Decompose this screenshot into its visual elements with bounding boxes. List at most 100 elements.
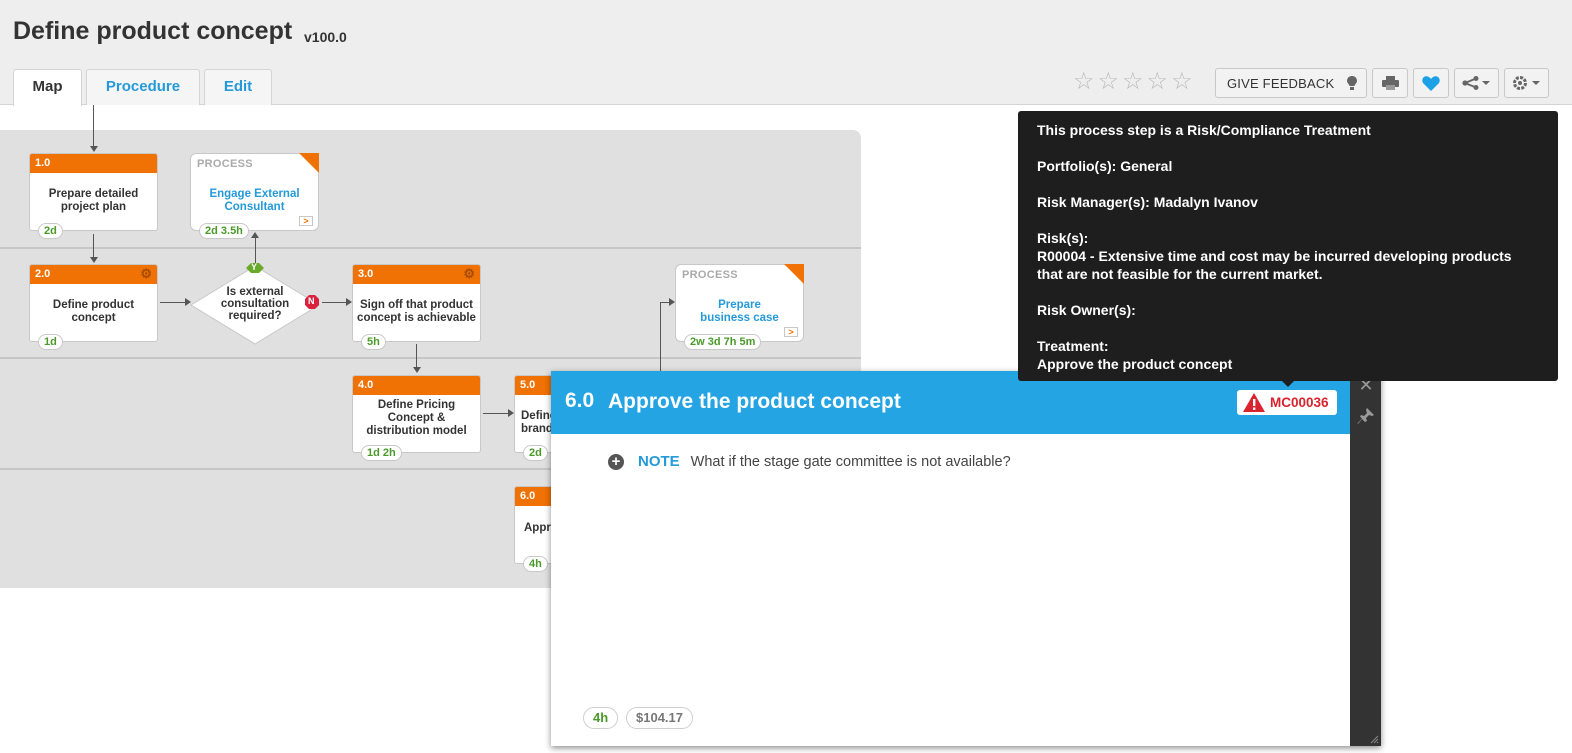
lane-divider xyxy=(0,357,861,359)
process-name: Prepare business case xyxy=(700,299,779,324)
process-type-label: PROCESS xyxy=(197,158,253,170)
arrow-head xyxy=(90,146,98,152)
process-engage-external-consultant[interactable]: PROCESS Engage External Consultant > 2d … xyxy=(190,153,319,239)
page-header: Define product concept v100.0 Map Proced… xyxy=(0,0,1572,106)
step-label: Sign off that product concept is achieva… xyxy=(357,299,476,324)
yes-label: Y xyxy=(251,262,258,272)
duration-pill: 4h xyxy=(583,707,619,729)
tooltip-heading: This process step is a Risk/Compliance T… xyxy=(1037,122,1371,138)
lightbulb-icon xyxy=(1347,76,1357,90)
connector xyxy=(483,413,508,414)
duration-badge: 2d 3.5h xyxy=(199,223,249,239)
arrow-head xyxy=(251,232,259,238)
rating-stars[interactable]: ☆ ☆ ☆ ☆ ☆ xyxy=(1073,70,1193,94)
step-2-0[interactable]: 2.0 ⚙ Define product concept 1d xyxy=(29,264,158,350)
heart-icon xyxy=(1422,75,1440,91)
step-4-0[interactable]: 4.0 Define Pricing Concept & distributio… xyxy=(352,375,481,461)
connector xyxy=(93,105,94,147)
process-corner xyxy=(299,153,319,173)
duration-badge: 1d xyxy=(38,334,63,350)
pin-icon[interactable] xyxy=(1356,407,1376,427)
tab-map[interactable]: Map xyxy=(13,69,82,106)
cost-pill: $104.17 xyxy=(626,707,693,729)
step-number: 3.0 xyxy=(358,268,374,280)
give-feedback-button[interactable]: GIVE FEEDBACK xyxy=(1215,68,1367,98)
tooltip-risks-label: Risk(s): xyxy=(1037,230,1089,246)
no-label: N xyxy=(308,296,315,306)
step-label: Define Pricing Concept & distribution mo… xyxy=(366,399,467,437)
no-marker: N xyxy=(305,295,319,309)
open-process-icon[interactable]: > xyxy=(299,216,313,226)
star-1[interactable]: ☆ xyxy=(1073,70,1095,94)
version-label: v100.0 xyxy=(304,29,347,45)
duration-badge: 1d 2h xyxy=(361,445,402,461)
warning-icon xyxy=(1243,393,1265,412)
expand-note-icon[interactable]: + xyxy=(608,453,624,470)
step-1-0[interactable]: 1.0 Prepare detailed project plan 2d xyxy=(29,153,158,239)
star-5[interactable]: ☆ xyxy=(1171,70,1193,94)
tab-edit[interactable]: Edit xyxy=(204,69,272,105)
duration-badge: 4h xyxy=(523,556,548,572)
star-4[interactable]: ☆ xyxy=(1147,70,1169,94)
process-name: Engage External Consultant xyxy=(209,188,300,213)
decision-label: Is external consultation required? xyxy=(220,286,290,322)
gear-icon: ⚙ xyxy=(463,266,475,281)
process-corner xyxy=(784,264,804,284)
connector xyxy=(660,302,669,303)
connector xyxy=(660,302,661,372)
process-prepare-business-case[interactable]: PROCESS Prepare business case > 2w 3d 7h… xyxy=(675,264,804,350)
lane-divider xyxy=(0,247,861,249)
tooltip-risk-owner: Risk Owner(s): xyxy=(1037,302,1136,318)
settings-button[interactable] xyxy=(1504,68,1549,98)
duration-badge: 2d xyxy=(523,445,548,461)
process-type-label: PROCESS xyxy=(682,269,738,281)
note-row: + NOTE What if the stage gate committee … xyxy=(608,453,1011,470)
note-label: NOTE xyxy=(638,453,680,470)
tooltip-portfolio: Portfolio(s): General xyxy=(1037,158,1173,174)
step-number: 4.0 xyxy=(353,376,480,395)
risk-code: MC00036 xyxy=(1270,395,1329,410)
share-button[interactable] xyxy=(1454,68,1499,98)
star-3[interactable]: ☆ xyxy=(1122,70,1144,94)
duration-badge: 5h xyxy=(361,334,386,350)
step-3-0[interactable]: 3.0 ⚙ Sign off that product concept is ac… xyxy=(352,264,481,350)
give-feedback-label: GIVE FEEDBACK xyxy=(1227,75,1335,91)
print-button[interactable] xyxy=(1372,68,1408,98)
connector xyxy=(322,302,346,303)
tooltip-caret xyxy=(1281,380,1295,387)
note-text: What if the stage gate committee is not … xyxy=(690,453,1011,470)
panel-step-title: Approve the product concept xyxy=(608,390,901,413)
print-icon xyxy=(1381,76,1399,90)
gear-icon xyxy=(1512,76,1540,90)
tab-procedure[interactable]: Procedure xyxy=(86,69,200,105)
duration-badge: 2w 3d 7h 5m xyxy=(684,334,762,350)
duration-badge: 2d xyxy=(38,223,63,239)
panel-step-number: 6.0 xyxy=(565,389,595,412)
risk-tooltip: This process step is a Risk/Compliance T… xyxy=(1018,111,1558,381)
share-icon xyxy=(1461,76,1490,90)
page-title: Define product concept xyxy=(13,17,293,45)
tooltip-risk-item: R00004 - Extensive time and cost may be … xyxy=(1037,248,1512,282)
step-number: 1.0 xyxy=(30,154,157,173)
star-2[interactable]: ☆ xyxy=(1098,70,1120,94)
arrow-head xyxy=(413,367,421,373)
step-label: Define product concept xyxy=(52,299,135,324)
tooltip-treatment: Approve the product concept xyxy=(1037,356,1233,372)
connector xyxy=(160,302,185,303)
tooltip-risk-manager: Risk Manager(s): Madalyn Ivanov xyxy=(1037,194,1258,210)
connector xyxy=(93,234,94,258)
decision-external-consultation[interactable]: Is external consultation required? Y N xyxy=(190,262,320,345)
step-label: Prepare detailed project plan xyxy=(48,188,139,213)
resize-handle-icon[interactable] xyxy=(1369,734,1379,744)
tooltip-treatment-label: Treatment: xyxy=(1037,338,1109,354)
step-detail-panel: 6.0 Approve the product concept MC00036 … xyxy=(551,371,1381,746)
favorite-button[interactable] xyxy=(1413,68,1449,98)
step-number: 2.0 xyxy=(35,268,51,280)
open-process-icon[interactable]: > xyxy=(784,327,798,337)
risk-control-badge[interactable]: MC00036 xyxy=(1237,390,1337,415)
yes-marker: Y xyxy=(246,262,264,273)
arrow-head xyxy=(90,257,98,263)
connector xyxy=(416,344,417,368)
panel-side-bar: ✕ xyxy=(1350,371,1381,746)
gear-icon: ⚙ xyxy=(140,266,152,281)
